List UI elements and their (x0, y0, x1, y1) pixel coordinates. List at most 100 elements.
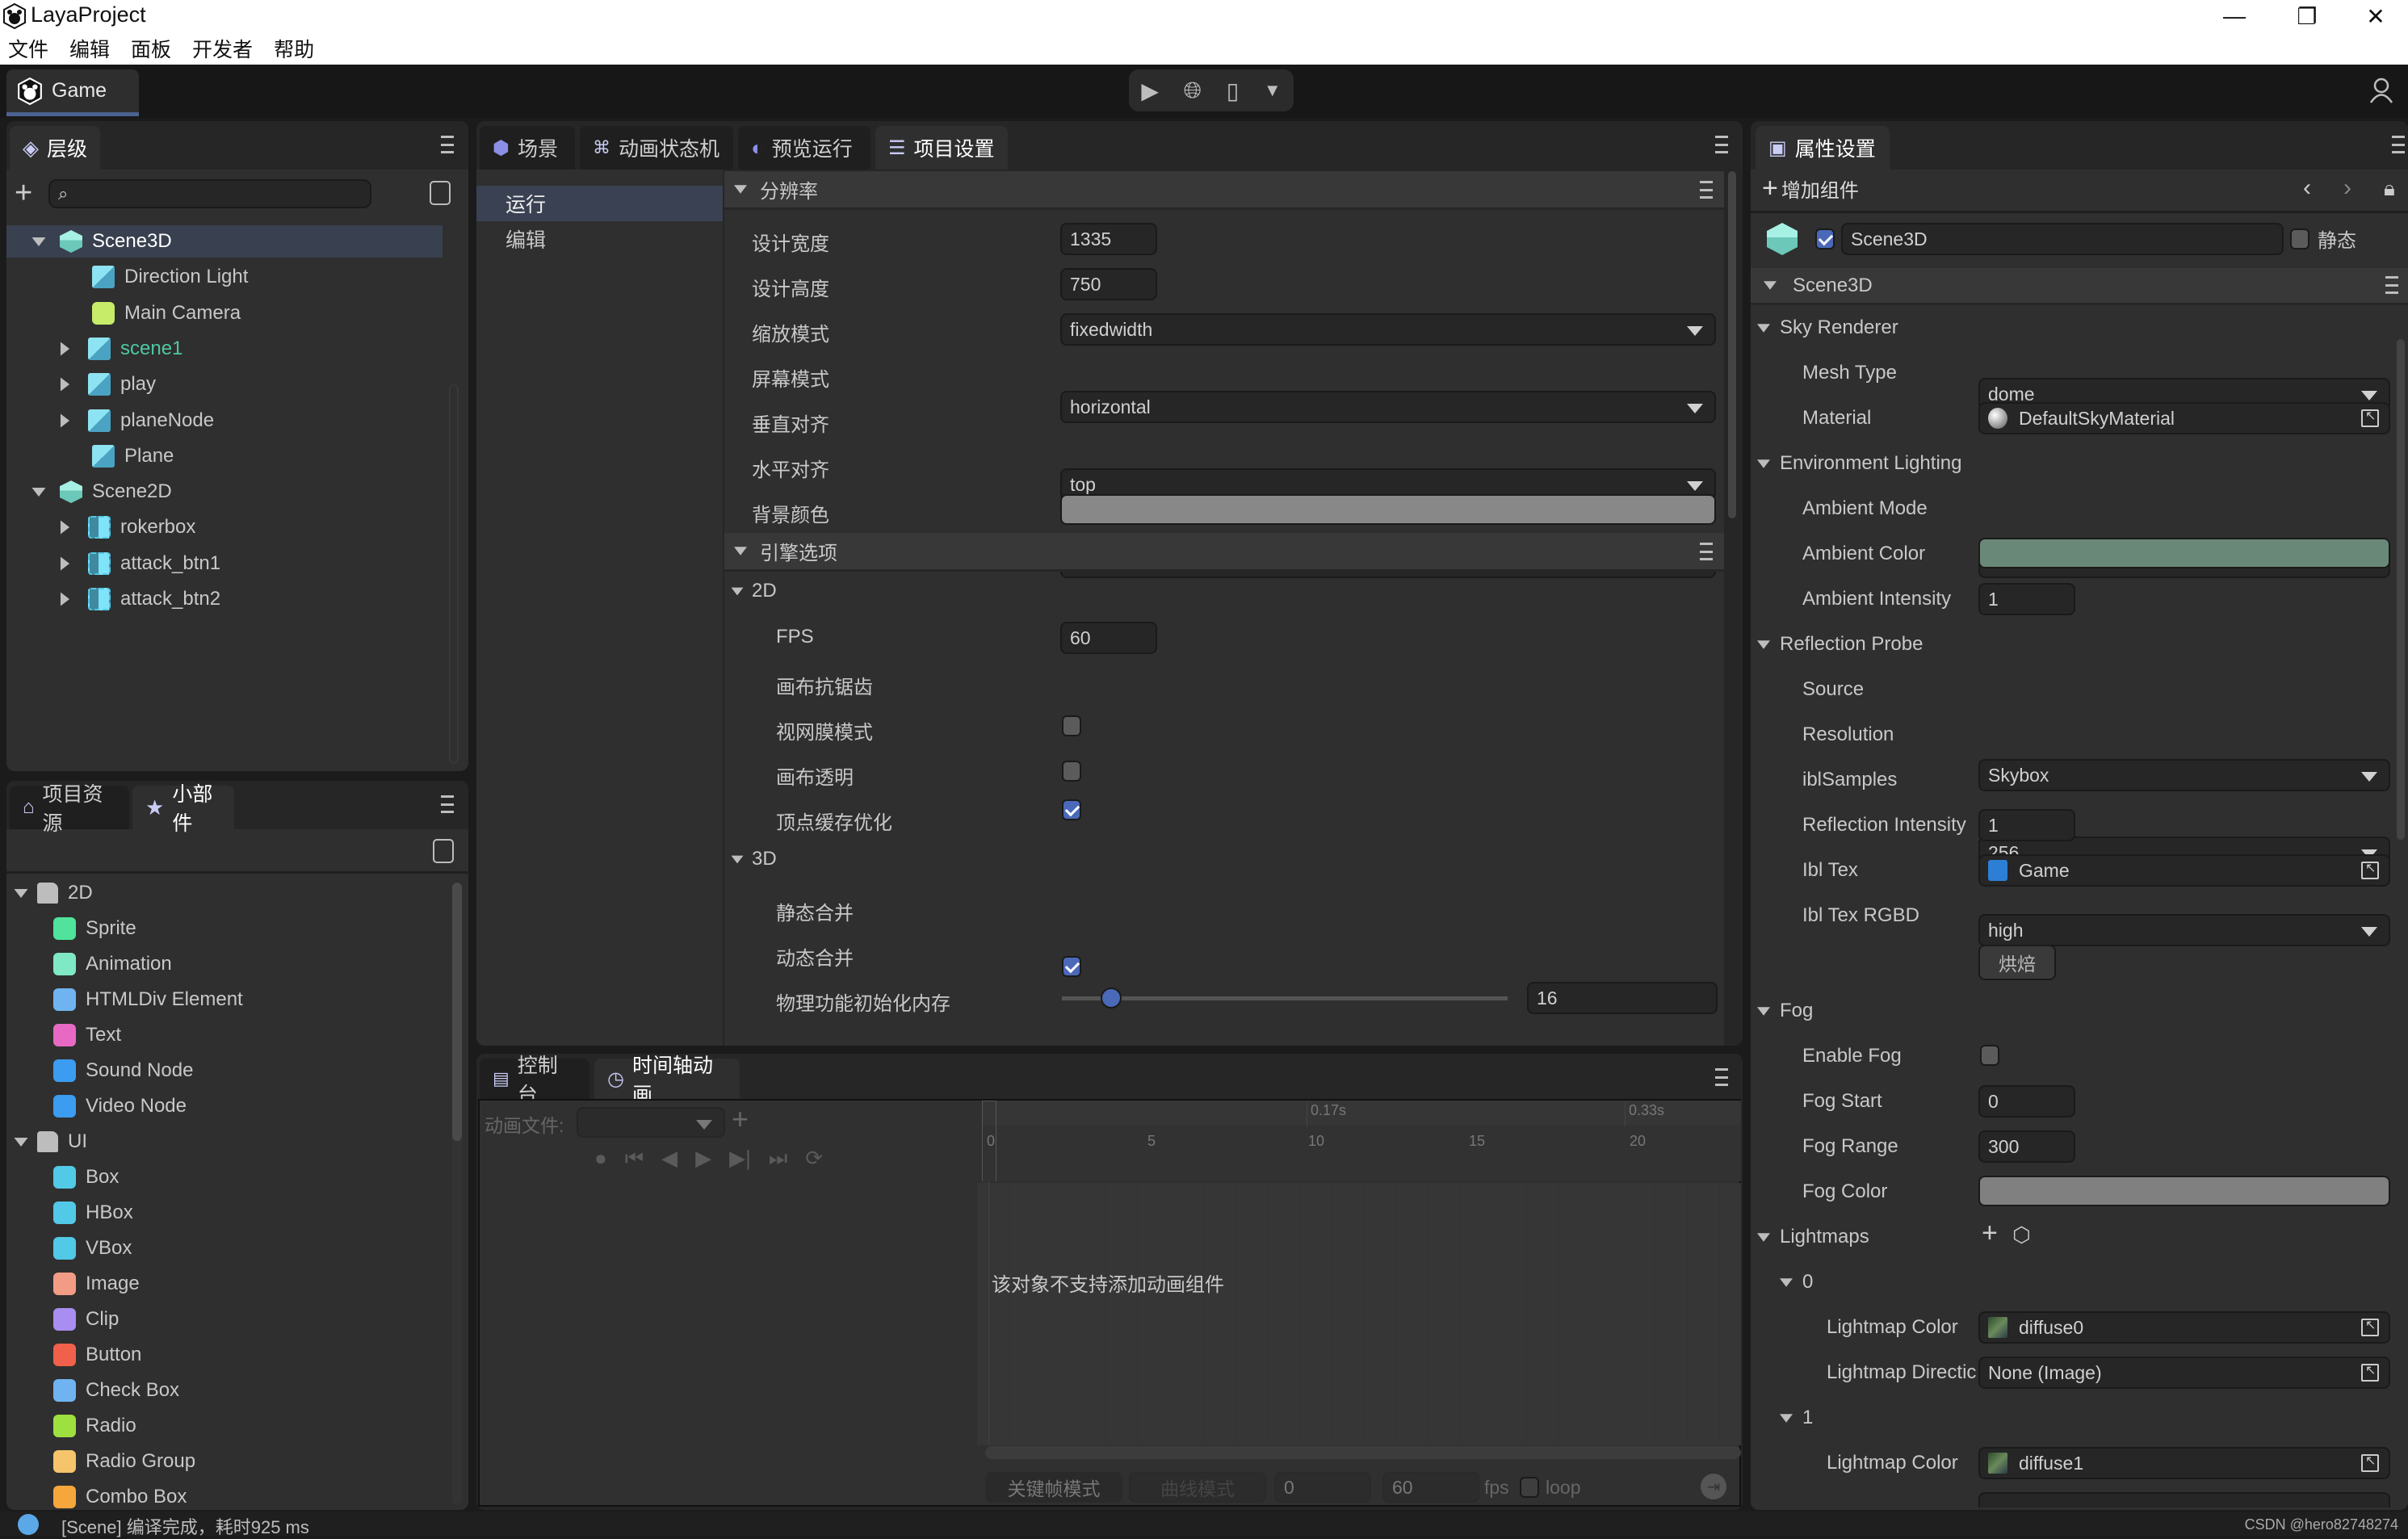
expand-icon[interactable] (31, 237, 46, 246)
forward-icon[interactable]: › (2343, 174, 2351, 202)
collapse-icon[interactable] (60, 556, 70, 571)
menu-edit[interactable]: 编辑 (69, 34, 110, 63)
center-menu-icon[interactable] (1715, 136, 1728, 153)
pick-asset-icon[interactable] (2361, 408, 2379, 427)
ambient-intensity-input[interactable]: 1 (1978, 583, 2075, 615)
menu-panel[interactable]: 面板 (131, 34, 171, 63)
bottom-menu-icon[interactable] (1715, 1068, 1728, 1086)
vertex-cache-checkbox[interactable] (1062, 956, 1081, 977)
section-menu-icon[interactable] (1700, 543, 1713, 560)
widget-item[interactable]: Radio Group (53, 1445, 195, 1478)
tab-preview[interactable]: ◐ 预览运行 (738, 126, 870, 170)
design-width-input[interactable]: 1335 (1060, 223, 1157, 255)
expand-icon[interactable] (14, 1137, 28, 1147)
tree-node[interactable]: play (6, 368, 443, 400)
node-enabled-checkbox[interactable] (1815, 229, 1835, 250)
user-icon[interactable] (2369, 78, 2393, 103)
hierarchy-search-input[interactable]: ⌕ (48, 179, 371, 208)
screen-mode-select[interactable]: horizontal (1060, 391, 1716, 423)
add-anim-icon[interactable]: + (732, 1102, 749, 1136)
lightmap-item[interactable]: 0 (1778, 1266, 1813, 1298)
expand-icon[interactable] (14, 888, 28, 898)
settings-nav-run[interactable]: 运行 (476, 186, 723, 221)
pick-asset-icon[interactable] (2361, 1317, 2379, 1336)
static-checkbox[interactable] (2290, 229, 2309, 250)
antialias-checkbox[interactable] (1062, 799, 1081, 820)
component-menu-icon[interactable] (2385, 276, 2398, 294)
close-button[interactable]: ✕ (2343, 0, 2408, 32)
expand-icon[interactable] (1757, 459, 1770, 468)
fps-input[interactable]: 60 (1060, 622, 1157, 654)
curve-mode-button[interactable]: 曲线模式 (1129, 1472, 1266, 1503)
tab-scene[interactable]: ⬢ 场景 (480, 126, 575, 170)
widget-group[interactable]: 2D (13, 877, 93, 909)
tab-state-machine[interactable]: ⌘ 动画状态机 (580, 126, 733, 170)
back-icon[interactable]: ‹ (2303, 174, 2311, 202)
loop-checkbox[interactable] (1520, 1477, 1539, 1498)
physics-memory-slider[interactable] (1062, 988, 1508, 1009)
hierarchy-menu-icon[interactable] (441, 136, 454, 153)
bake-button[interactable]: 烘焙 (1978, 945, 2056, 980)
add-component-button[interactable]: + 增加组件 (1762, 173, 1859, 204)
group-3d[interactable]: 3D (729, 848, 777, 870)
widget-item[interactable]: Sprite (53, 912, 136, 945)
settings-scrollbar[interactable] (1728, 171, 1736, 518)
section-menu-icon[interactable] (1700, 181, 1713, 199)
widget-item[interactable]: Box (53, 1161, 119, 1193)
tree-node[interactable]: Main Camera (6, 297, 443, 329)
tab-widgets[interactable]: ★ 小部件 (132, 783, 234, 835)
material-field[interactable]: DefaultSkyMaterial (1978, 402, 2390, 434)
hierarchy-scrollbar[interactable] (449, 384, 459, 764)
lock-icon[interactable]: 🔒︎ (2384, 176, 2395, 202)
widgets-scrollbar[interactable] (452, 883, 462, 1504)
section-engine[interactable]: 引擎选项 (724, 533, 1724, 572)
collapse-all-icon[interactable] (433, 839, 454, 863)
collapse-all-icon[interactable] (430, 181, 451, 205)
add-lightmap-icon[interactable]: + (1982, 1218, 1998, 1249)
tree-node[interactable]: Plane (6, 440, 443, 472)
tree-node[interactable]: Scene2D (6, 476, 443, 508)
add-node-icon[interactable]: + (15, 176, 32, 211)
tab-console[interactable]: ▤ 控制台 (480, 1055, 589, 1106)
tree-node[interactable]: planeNode (6, 405, 443, 437)
menu-help[interactable]: 帮助 (274, 34, 314, 63)
design-height-input[interactable]: 750 (1060, 268, 1157, 300)
widget-item[interactable]: Animation (53, 948, 172, 980)
widget-item[interactable]: Video Node (53, 1090, 187, 1122)
menu-developer[interactable]: 开发者 (192, 34, 253, 63)
section-lightmaps[interactable]: Lightmaps (1756, 1221, 1869, 1253)
inspector-menu-icon[interactable] (2392, 136, 2405, 153)
pick-asset-icon[interactable] (2361, 1453, 2379, 1472)
pick-asset-icon[interactable] (2361, 860, 2379, 879)
lightmap-direction-field[interactable]: None (Image) (1978, 1357, 2390, 1389)
exit-icon[interactable]: ⇥ (1701, 1474, 1726, 1499)
retina-checkbox[interactable] (1062, 715, 1081, 736)
slider-thumb[interactable] (1100, 988, 1122, 1009)
tree-node[interactable]: rokerbox (6, 511, 443, 543)
lightmap-color-field[interactable]: diffuse0 (1978, 1311, 2390, 1344)
mobile-icon[interactable]: ▯ (1227, 78, 1239, 104)
transparent-checkbox[interactable] (1062, 761, 1081, 782)
collapse-icon[interactable] (60, 520, 70, 535)
collapse-icon[interactable] (60, 592, 70, 606)
play-icon[interactable]: ▶ (1141, 78, 1159, 104)
widgets-menu-icon[interactable] (441, 795, 454, 813)
collapse-icon[interactable] (60, 342, 70, 356)
widget-group[interactable]: UI (13, 1126, 87, 1158)
section-fog[interactable]: Fog (1756, 995, 1813, 1027)
node-name-input[interactable]: Scene3D (1841, 223, 2284, 255)
section-reflection-probe[interactable]: Reflection Probe (1756, 628, 1923, 660)
expand-icon[interactable] (1757, 1006, 1770, 1016)
prev-frame-icon[interactable]: ◀ (661, 1146, 678, 1172)
record-icon[interactable]: ● (594, 1146, 607, 1172)
ambient-color-swatch[interactable] (1978, 538, 2390, 568)
physics-memory-input[interactable]: 16 (1527, 982, 1718, 1014)
lightmap-color-field[interactable]: diffuse1 (1978, 1447, 2390, 1479)
bg-color-swatch[interactable] (1060, 494, 1716, 525)
dropdown-icon[interactable]: ▼ (1264, 80, 1282, 101)
playhead[interactable] (982, 1101, 996, 1181)
tab-inspector[interactable]: ▣ 属性设置 (1756, 126, 1890, 170)
collapse-icon[interactable] (60, 413, 70, 427)
settings-nav-edit[interactable]: 编辑 (476, 221, 723, 257)
fog-range-input[interactable]: 300 (1978, 1130, 2075, 1163)
